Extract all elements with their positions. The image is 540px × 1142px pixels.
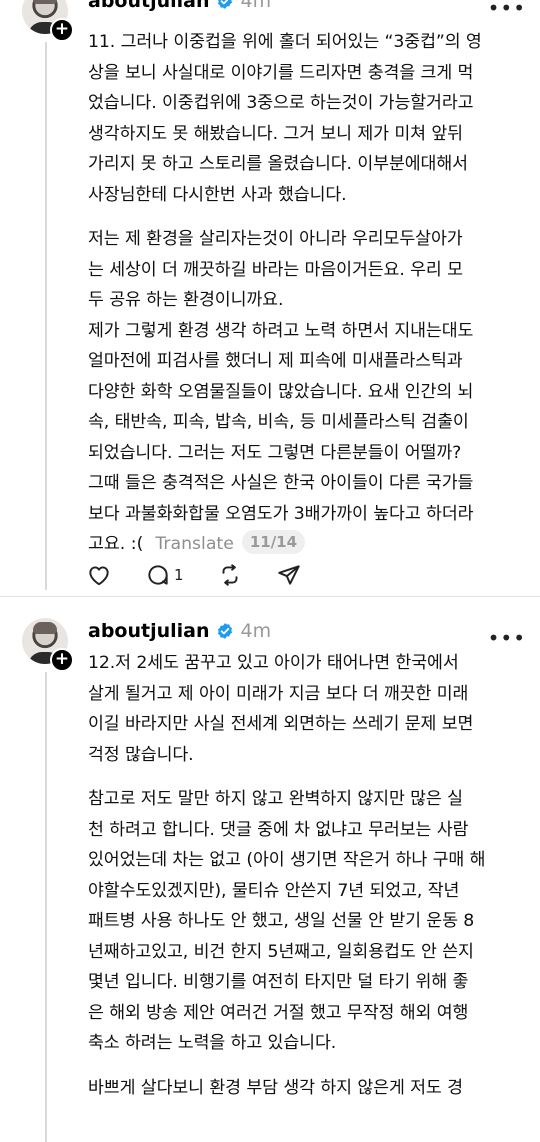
thread-page-indicator: 11/14 [241, 530, 306, 554]
verified-badge-icon [217, 0, 232, 9]
timestamp: 4m [240, 0, 272, 12]
avatar-hair [33, 622, 57, 634]
post-paragraph: 11. 그러나 이중컵을 위에 홀더 되어있는 “3중컵”의 영 상을 보니 사… [88, 32, 482, 205]
reply-count: 1 [174, 566, 184, 584]
translate-link[interactable]: Translate [155, 534, 233, 554]
username[interactable]: aboutjulian [88, 0, 210, 12]
post-paragraph: 12.저 2세도 꿈꾸고 있고 아이가 태어나면 한국에서 살게 될거고 제 아… [88, 653, 474, 765]
follow-plus-icon[interactable]: + [50, 18, 74, 42]
follow-plus-icon[interactable]: + [50, 648, 74, 672]
post-paragraph: 저는 제 환경을 살리자는것이 아니라 우리모두살아가 는 세상이 더 깨끗하길… [88, 229, 474, 524]
post-divider [0, 596, 540, 597]
heart-icon [89, 566, 109, 586]
post-paragraph: 바쁘게 살다보니 환경 부담 생각 하지 않은게 저도 경 [88, 1077, 463, 1098]
timestamp: 4m [240, 620, 272, 642]
avatar-hair [33, 0, 57, 4]
post-body: 11. 그러나 이중컵을 위에 홀더 되어있는 “3중컵”의 영 상을 보니 사… [88, 27, 520, 560]
post-header: aboutjulian 4m [88, 616, 271, 646]
verified-badge-icon [217, 623, 232, 639]
repost-button[interactable] [217, 562, 243, 588]
thread-connector-line [45, 42, 47, 590]
more-options-icon[interactable]: ••• [488, 0, 526, 20]
repost-icon [222, 564, 238, 586]
reply-button[interactable]: 1 [145, 562, 184, 588]
like-button[interactable] [86, 562, 112, 588]
post-paragraph: 참고로 저도 말만 하지 않고 완벽하지 않지만 많은 실 천 하려고 합니다.… [88, 789, 486, 1053]
post-paragraph-end: 고요. :( [88, 534, 144, 554]
share-button[interactable] [276, 562, 302, 588]
send-icon [277, 565, 300, 585]
more-options-icon[interactable]: ••• [488, 626, 526, 650]
comment-icon [148, 565, 168, 585]
thread-connector-line [45, 672, 47, 1142]
post-last-line: 고요. :( Translate 11/14 [88, 529, 520, 560]
username[interactable]: aboutjulian [88, 620, 210, 642]
post-actions: 1 [86, 560, 335, 590]
post-header: aboutjulian 4m [88, 0, 271, 16]
post-body: 12.저 2세도 꿈꾸고 있고 아이가 태어나면 한국에서 살게 될거고 제 아… [88, 648, 520, 1103]
